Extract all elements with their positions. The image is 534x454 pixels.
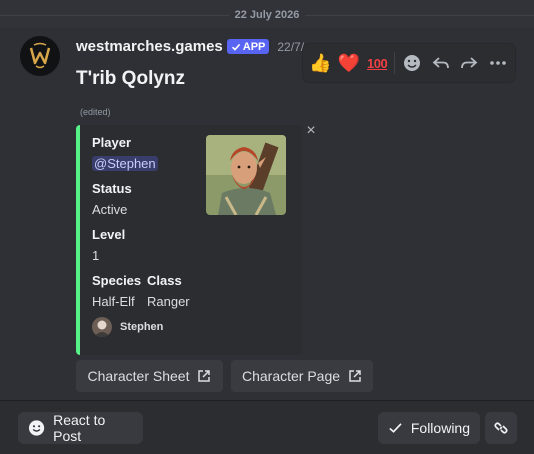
external-link-icon bbox=[349, 370, 361, 382]
hundred-icon: 100 bbox=[366, 55, 388, 71]
embed-footer: Stephen bbox=[92, 317, 163, 337]
species-field-name: Species bbox=[92, 273, 142, 288]
following-label: Following bbox=[410, 420, 470, 436]
edited-label: (edited) bbox=[80, 107, 111, 117]
react-to-post-button[interactable]: React to Post bbox=[18, 412, 143, 444]
message: westmarches.games APP 22/7/ T'rib Qolynz… bbox=[0, 28, 534, 400]
bot-avatar[interactable] bbox=[20, 36, 60, 76]
character-sheet-button[interactable]: Character Sheet bbox=[76, 360, 223, 392]
more-icon bbox=[489, 61, 506, 65]
character-portrait[interactable] bbox=[206, 135, 286, 215]
verified-check-icon bbox=[231, 43, 240, 51]
username[interactable]: westmarches.games bbox=[76, 38, 223, 55]
level-field-name: Level bbox=[92, 227, 126, 242]
forward-button[interactable] bbox=[456, 48, 482, 78]
reply-icon bbox=[432, 57, 449, 69]
footer-avatar bbox=[92, 317, 112, 337]
player-mention[interactable]: @Stephen bbox=[92, 156, 158, 171]
following-button[interactable]: Following bbox=[378, 412, 480, 444]
character-page-button[interactable]: Character Page bbox=[231, 360, 373, 392]
timestamp[interactable]: 22/7/ bbox=[277, 40, 304, 54]
date-divider: 22 July 2026 bbox=[0, 6, 534, 24]
class-field-value: Ranger bbox=[147, 294, 190, 309]
smiley-icon bbox=[28, 420, 45, 436]
status-field-name: Status bbox=[92, 181, 132, 196]
date-label: 22 July 2026 bbox=[234, 9, 300, 21]
app-badge: APP bbox=[226, 39, 270, 54]
level-field-value: 1 bbox=[92, 248, 100, 263]
hundred-reaction[interactable]: 100 bbox=[364, 48, 390, 78]
more-options-button[interactable] bbox=[485, 48, 511, 78]
species-field-value: Half-Elf bbox=[92, 294, 135, 309]
player-field-name: Player bbox=[92, 135, 132, 150]
player-field-value: @Stephen bbox=[92, 156, 158, 171]
character-embed: Player @Stephen Status Active Level 1 Sp… bbox=[76, 125, 302, 355]
user-avatar-icon bbox=[92, 317, 112, 337]
thumbs-up-reaction[interactable]: 👍 bbox=[307, 48, 333, 78]
external-link-icon bbox=[198, 370, 211, 382]
status-field-value: Active bbox=[92, 202, 128, 217]
character-sheet-label: Character Sheet bbox=[87, 368, 190, 384]
reply-button[interactable] bbox=[428, 48, 454, 78]
add-reaction-button[interactable] bbox=[399, 48, 425, 78]
react-to-post-label: React to Post bbox=[53, 412, 106, 444]
heart-reaction[interactable]: ❤️ bbox=[335, 48, 361, 78]
message-header: westmarches.games APP 22/7/ bbox=[76, 38, 304, 55]
character-page-label: Character Page bbox=[241, 368, 341, 384]
post-action-bar: React to Post Following bbox=[0, 400, 534, 454]
forward-icon bbox=[461, 57, 478, 69]
link-icon bbox=[494, 422, 508, 434]
class-field-name: Class bbox=[147, 273, 182, 288]
westmarches-logo-icon bbox=[29, 42, 51, 69]
close-embed-icon[interactable]: × bbox=[304, 123, 318, 139]
message-title: T'rib Qolynz bbox=[76, 68, 186, 89]
add-reaction-icon bbox=[404, 55, 421, 71]
app-badge-label: APP bbox=[242, 40, 266, 53]
character-portrait-image bbox=[206, 135, 286, 215]
footer-author: Stephen bbox=[120, 321, 164, 333]
checkmark-icon bbox=[389, 423, 402, 433]
message-toolbar: 👍 ❤️ 100 bbox=[303, 44, 515, 82]
copy-link-button[interactable] bbox=[485, 412, 517, 444]
